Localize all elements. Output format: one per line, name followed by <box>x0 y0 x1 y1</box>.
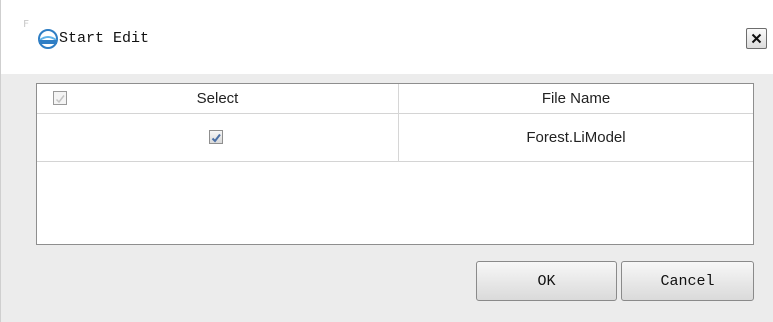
corner-mark: F <box>23 19 30 30</box>
close-icon <box>751 33 762 44</box>
file-table: Select File Name Forest.LiModel <box>36 83 754 245</box>
checkmark-icon <box>55 95 65 104</box>
select-all-checkbox[interactable] <box>53 91 67 105</box>
app-logo-icon <box>37 28 59 50</box>
table-row[interactable]: Forest.LiModel <box>37 114 753 162</box>
column-divider <box>398 84 399 162</box>
close-button[interactable] <box>746 28 767 49</box>
column-header-file-name: File Name <box>541 90 611 107</box>
dialog-title: Start Edit <box>59 30 150 47</box>
column-header-select: Select <box>196 90 239 107</box>
title-bar: F Start Edit <box>1 0 773 74</box>
ok-button[interactable]: OK <box>476 261 617 301</box>
file-name-cell: Forest.LiModel <box>526 129 626 146</box>
checkmark-icon <box>211 133 221 143</box>
cancel-button[interactable]: Cancel <box>621 261 754 301</box>
table-header: Select File Name <box>37 84 753 114</box>
row-checkbox[interactable] <box>209 130 223 144</box>
start-edit-dialog: F Start Edit Select File Name Forest.LiM… <box>0 0 773 322</box>
